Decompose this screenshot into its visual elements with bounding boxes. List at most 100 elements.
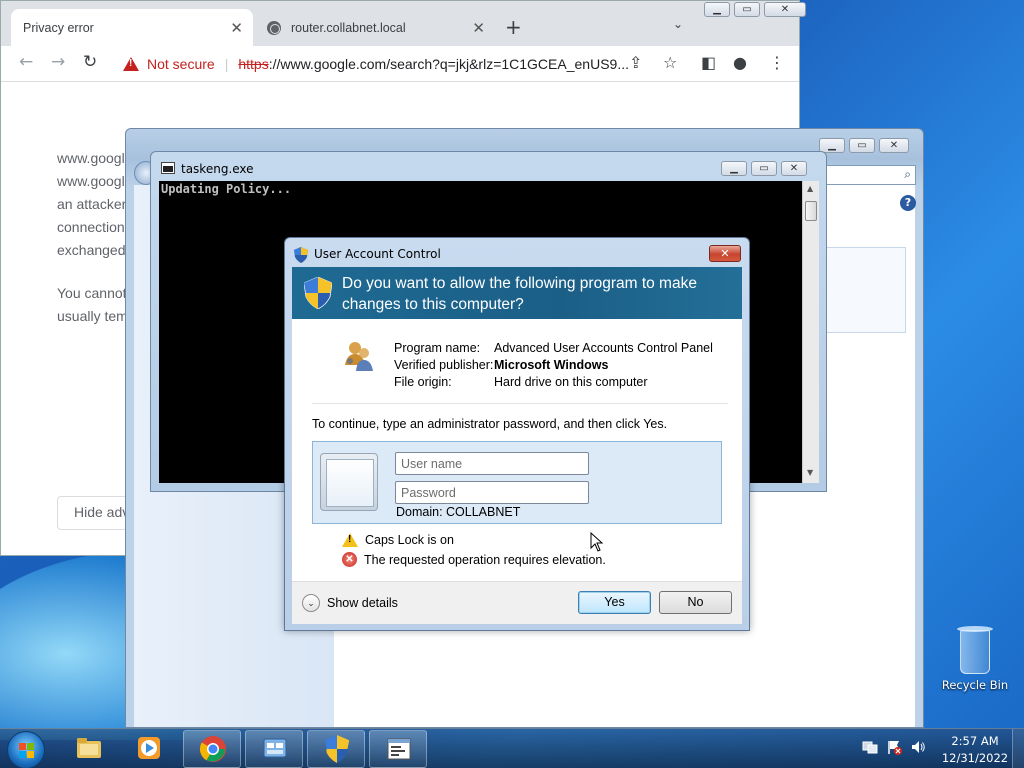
action-center-flag-icon[interactable] [886,739,902,755]
side-panel-icon[interactable]: ◧ [701,53,716,72]
console-window-controls: ▁ ▭ ✕ [721,161,807,176]
tab-strip: Privacy error ✕ router.collabnet.local ✕… [1,1,806,46]
chrome-toolbar: ← → ↻ Not secure | https://www.google.co… [1,46,799,82]
profile-avatar-icon[interactable]: ● [733,53,747,72]
error-icon: ✕ [342,552,357,567]
close-icon[interactable]: ✕ [709,245,741,262]
start-button[interactable] [7,731,45,768]
instruction-text: To continue, type an administrator passw… [312,417,668,431]
taskbar-control-panel[interactable] [245,730,303,768]
tab-router[interactable]: router.collabnet.local ✕ [255,9,495,46]
search-icon: ⌕ [904,167,911,181]
user-accounts-program-icon [345,342,373,371]
caps-lock-text: Caps Lock is on [365,533,454,547]
uac-body: Do you want to allow the following progr… [292,267,742,624]
page-line: an attacker [57,196,127,212]
taskbar-explorer[interactable] [60,730,118,768]
divider [312,403,728,404]
page-line: www.googl [57,173,125,189]
minimize-icon[interactable]: ▁ [721,161,747,176]
url-text: ://www.google.com/search?q=jkj&rlz=1C1GC… [268,56,629,72]
password-field[interactable] [395,481,589,504]
console-title: taskeng.exe [181,162,254,176]
yes-button[interactable]: Yes [578,591,651,614]
mouse-cursor-icon [590,532,604,552]
console-icon [161,162,175,174]
show-desktop-button[interactable] [1012,729,1024,768]
recycle-bin[interactable]: Recycle Bin [940,626,1010,692]
close-icon[interactable]: ✕ [879,138,909,153]
recycle-bin-icon [957,626,993,674]
file-origin-value: Hard drive on this computer [494,375,648,389]
taskbar: 2:57 AM 12/31/2022 [0,728,1024,768]
reload-icon[interactable]: ↻ [83,52,97,72]
chrome-window-controls: ▁ ▭ ✕ [704,2,806,17]
scroll-up-icon[interactable]: ▲ [807,184,813,193]
scroll-down-icon[interactable]: ▼ [807,468,813,477]
publisher-label: Verified publisher: [394,358,494,372]
tab-search-chevron-icon[interactable]: ⌄ [673,17,683,31]
page-line: exchanged. [57,242,130,258]
clock[interactable]: 2:57 AM 12/31/2022 [940,733,1010,767]
scroll-thumb[interactable] [805,201,817,221]
page-line: You cannot [57,285,127,301]
console-app-icon [387,738,411,760]
forward-arrow-icon[interactable]: → [51,52,65,72]
maximize-icon[interactable]: ▭ [751,161,777,176]
domain-label: Domain: COLLABNET [396,505,521,519]
star-icon[interactable]: ☆ [663,53,677,72]
maximize-icon[interactable]: ▭ [734,2,760,17]
program-info-values: Advanced User Accounts Control Panel Mic… [494,340,713,391]
folder-icon [77,738,101,758]
chevron-down-icon: ⌄ [302,594,320,612]
share-icon[interactable]: ⇪ [629,53,642,72]
uac-shield-icon [294,247,308,263]
url-scheme: https [238,56,269,72]
clock-date: 12/31/2022 [941,751,1009,765]
username-field[interactable] [395,452,589,475]
elevation-error: ✕ The requested operation requires eleva… [342,552,606,567]
close-icon[interactable]: ✕ [764,2,806,17]
program-name-value: Advanced User Accounts Control Panel [494,341,713,355]
control-panel-icon [263,738,287,758]
no-button[interactable]: No [659,591,732,614]
network-icon[interactable] [862,739,878,755]
page-line: connection [57,219,125,235]
tab-title: Privacy error [23,20,94,35]
new-tab-icon[interactable]: + [505,15,522,39]
error-paragraph-1: www.googl www.googl an attacker connecti… [57,147,129,262]
program-info-labels: Program name: Verified publisher: File o… [394,340,493,391]
minimize-icon[interactable]: ▁ [704,2,730,17]
console-scrollbar[interactable]: ▲ ▼ [802,181,819,483]
volume-icon[interactable] [910,739,926,755]
warning-triangle-icon [123,57,139,71]
taskbar-console[interactable] [369,730,427,768]
address-bar[interactable]: Not secure | https://www.google.com/sear… [113,49,653,79]
taskbar-uac[interactable] [307,730,365,768]
publisher-value: Microsoft Windows [494,358,609,372]
taskbar-media-player[interactable] [120,730,178,768]
uac-shield-icon [304,277,332,309]
uac-dialog: User Account Control ✕ Do you want to al… [284,237,750,631]
warning-icon [342,533,358,547]
close-tab-icon[interactable]: ✕ [230,19,243,37]
recycle-bin-label: Recycle Bin [941,678,1009,692]
show-details-button[interactable]: ⌄ Show details [302,594,398,612]
back-arrow-icon[interactable]: ← [19,52,33,72]
user-tile-avatar [320,453,378,511]
close-tab-icon[interactable]: ✕ [472,19,485,37]
uac-title: User Account Control [314,247,441,261]
menu-kebab-icon[interactable]: ⋮ [769,53,785,72]
page-line: usually tem [57,308,128,324]
not-secure-label[interactable]: Not secure [147,56,215,72]
taskbar-chrome[interactable] [183,730,241,768]
error-paragraph-2: You cannot usually tem [57,282,128,328]
help-icon[interactable]: ? [900,195,916,211]
maximize-icon[interactable]: ▭ [849,138,875,153]
windows-logo-icon [19,743,35,759]
credential-box: Domain: COLLABNET [312,441,722,524]
show-details-label: Show details [327,596,398,610]
tab-privacy-error[interactable]: Privacy error ✕ [11,9,253,46]
close-icon[interactable]: ✕ [781,161,807,176]
error-text: The requested operation requires elevati… [364,552,606,567]
